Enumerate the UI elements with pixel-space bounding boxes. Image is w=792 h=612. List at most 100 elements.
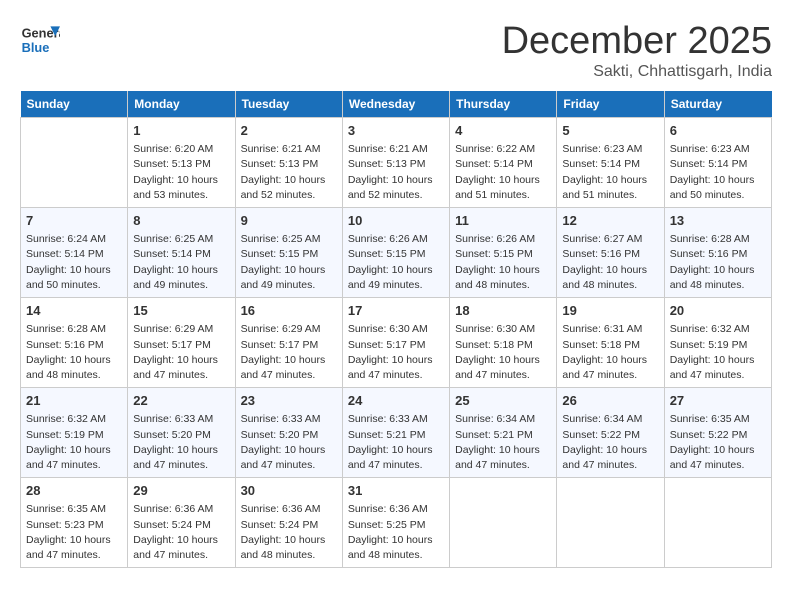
calendar-cell (557, 478, 664, 568)
calendar-cell: 7 Sunrise: 6:24 AMSunset: 5:14 PMDaylight… (21, 208, 128, 298)
day-info: Sunrise: 6:33 AMSunset: 5:20 PMDaylight:… (241, 412, 337, 473)
day-number: 8 (133, 212, 229, 230)
calendar-cell: 4 Sunrise: 6:22 AMSunset: 5:14 PMDaylight… (450, 118, 557, 208)
column-header-thursday: Thursday (450, 91, 557, 118)
day-number: 16 (241, 302, 337, 320)
day-number: 26 (562, 392, 658, 410)
calendar-cell: 10 Sunrise: 6:26 AMSunset: 5:15 PMDayligh… (342, 208, 449, 298)
calendar-table: SundayMondayTuesdayWednesdayThursdayFrid… (20, 91, 772, 568)
day-number: 22 (133, 392, 229, 410)
day-info: Sunrise: 6:31 AMSunset: 5:18 PMDaylight:… (562, 322, 658, 383)
calendar-cell: 31 Sunrise: 6:36 AMSunset: 5:25 PMDayligh… (342, 478, 449, 568)
column-header-friday: Friday (557, 91, 664, 118)
column-header-wednesday: Wednesday (342, 91, 449, 118)
day-number: 13 (670, 212, 766, 230)
day-info: Sunrise: 6:30 AMSunset: 5:18 PMDaylight:… (455, 322, 551, 383)
day-info: Sunrise: 6:28 AMSunset: 5:16 PMDaylight:… (670, 232, 766, 293)
day-info: Sunrise: 6:26 AMSunset: 5:15 PMDaylight:… (348, 232, 444, 293)
calendar-cell: 1 Sunrise: 6:20 AMSunset: 5:13 PMDaylight… (128, 118, 235, 208)
column-header-saturday: Saturday (664, 91, 771, 118)
calendar-cell: 13 Sunrise: 6:28 AMSunset: 5:16 PMDayligh… (664, 208, 771, 298)
day-info: Sunrise: 6:20 AMSunset: 5:13 PMDaylight:… (133, 142, 229, 203)
day-number: 1 (133, 122, 229, 140)
day-info: Sunrise: 6:32 AMSunset: 5:19 PMDaylight:… (670, 322, 766, 383)
day-number: 11 (455, 212, 551, 230)
day-info: Sunrise: 6:35 AMSunset: 5:22 PMDaylight:… (670, 412, 766, 473)
calendar-cell: 16 Sunrise: 6:29 AMSunset: 5:17 PMDayligh… (235, 298, 342, 388)
day-number: 31 (348, 482, 444, 500)
day-number: 14 (26, 302, 122, 320)
calendar-cell: 28Sunrise: 6:35 AMSunset: 5:23 PMDayligh… (21, 478, 128, 568)
title-section: December 2025 Sakti, Chhattisgarh, India (502, 20, 772, 81)
calendar-cell: 20 Sunrise: 6:32 AMSunset: 5:19 PMDayligh… (664, 298, 771, 388)
day-number: 4 (455, 122, 551, 140)
calendar-cell: 30 Sunrise: 6:36 AMSunset: 5:24 PMDayligh… (235, 478, 342, 568)
day-number: 19 (562, 302, 658, 320)
day-number: 18 (455, 302, 551, 320)
calendar-cell: 14 Sunrise: 6:28 AMSunset: 5:16 PMDayligh… (21, 298, 128, 388)
day-info: Sunrise: 6:30 AMSunset: 5:17 PMDaylight:… (348, 322, 444, 383)
day-number: 6 (670, 122, 766, 140)
day-info: Sunrise: 6:36 AMSunset: 5:24 PMDaylight:… (241, 502, 337, 563)
calendar-cell: 12 Sunrise: 6:27 AMSunset: 5:16 PMDayligh… (557, 208, 664, 298)
calendar-cell: 23 Sunrise: 6:33 AMSunset: 5:20 PMDayligh… (235, 388, 342, 478)
calendar-cell: 17Sunrise: 6:30 AMSunset: 5:17 PMDayligh… (342, 298, 449, 388)
day-number: 5 (562, 122, 658, 140)
day-number: 23 (241, 392, 337, 410)
page-header: General Blue December 2025 Sakti, Chhatt… (20, 20, 772, 81)
svg-text:Blue: Blue (22, 40, 50, 55)
week-row-2: 7 Sunrise: 6:24 AMSunset: 5:14 PMDaylight… (21, 208, 772, 298)
day-info: Sunrise: 6:21 AMSunset: 5:13 PMDaylight:… (241, 142, 337, 203)
day-info: Sunrise: 6:34 AMSunset: 5:22 PMDaylight:… (562, 412, 658, 473)
day-number: 21 (26, 392, 122, 410)
day-number: 20 (670, 302, 766, 320)
calendar-cell: 2 Sunrise: 6:21 AMSunset: 5:13 PMDaylight… (235, 118, 342, 208)
day-number: 2 (241, 122, 337, 140)
week-row-5: 28Sunrise: 6:35 AMSunset: 5:23 PMDayligh… (21, 478, 772, 568)
calendar-cell: 6 Sunrise: 6:23 AMSunset: 5:14 PMDaylight… (664, 118, 771, 208)
week-row-3: 14 Sunrise: 6:28 AMSunset: 5:16 PMDayligh… (21, 298, 772, 388)
day-number: 28 (26, 482, 122, 500)
day-number: 12 (562, 212, 658, 230)
day-info: Sunrise: 6:21 AMSunset: 5:13 PMDaylight:… (348, 142, 444, 203)
week-row-1: 1 Sunrise: 6:20 AMSunset: 5:13 PMDaylight… (21, 118, 772, 208)
calendar-cell: 19 Sunrise: 6:31 AMSunset: 5:18 PMDayligh… (557, 298, 664, 388)
day-number: 10 (348, 212, 444, 230)
header-row: SundayMondayTuesdayWednesdayThursdayFrid… (21, 91, 772, 118)
day-info: Sunrise: 6:36 AMSunset: 5:25 PMDaylight:… (348, 502, 444, 563)
day-info: Sunrise: 6:25 AMSunset: 5:14 PMDaylight:… (133, 232, 229, 293)
calendar-cell: 24 Sunrise: 6:33 AMSunset: 5:21 PMDayligh… (342, 388, 449, 478)
day-info: Sunrise: 6:34 AMSunset: 5:21 PMDaylight:… (455, 412, 551, 473)
month-title: December 2025 (502, 20, 772, 63)
day-info: Sunrise: 6:22 AMSunset: 5:14 PMDaylight:… (455, 142, 551, 203)
day-info: Sunrise: 6:23 AMSunset: 5:14 PMDaylight:… (562, 142, 658, 203)
day-number: 27 (670, 392, 766, 410)
day-info: Sunrise: 6:25 AMSunset: 5:15 PMDaylight:… (241, 232, 337, 293)
calendar-cell: 22Sunrise: 6:33 AMSunset: 5:20 PMDayligh… (128, 388, 235, 478)
logo: General Blue (20, 20, 64, 60)
calendar-cell (664, 478, 771, 568)
day-number: 30 (241, 482, 337, 500)
day-info: Sunrise: 6:36 AMSunset: 5:24 PMDaylight:… (133, 502, 229, 563)
calendar-cell: 21Sunrise: 6:32 AMSunset: 5:19 PMDayligh… (21, 388, 128, 478)
calendar-cell: 29 Sunrise: 6:36 AMSunset: 5:24 PMDayligh… (128, 478, 235, 568)
day-number: 24 (348, 392, 444, 410)
column-header-tuesday: Tuesday (235, 91, 342, 118)
calendar-cell: 15Sunrise: 6:29 AMSunset: 5:17 PMDayligh… (128, 298, 235, 388)
day-info: Sunrise: 6:24 AMSunset: 5:14 PMDaylight:… (26, 232, 122, 293)
calendar-cell: 8 Sunrise: 6:25 AMSunset: 5:14 PMDaylight… (128, 208, 235, 298)
calendar-cell: 9Sunrise: 6:25 AMSunset: 5:15 PMDaylight… (235, 208, 342, 298)
day-info: Sunrise: 6:26 AMSunset: 5:15 PMDaylight:… (455, 232, 551, 293)
day-number: 7 (26, 212, 122, 230)
location: Sakti, Chhattisgarh, India (502, 63, 772, 81)
day-info: Sunrise: 6:23 AMSunset: 5:14 PMDaylight:… (670, 142, 766, 203)
day-info: Sunrise: 6:33 AMSunset: 5:21 PMDaylight:… (348, 412, 444, 473)
day-info: Sunrise: 6:28 AMSunset: 5:16 PMDaylight:… (26, 322, 122, 383)
column-header-sunday: Sunday (21, 91, 128, 118)
calendar-cell: 18 Sunrise: 6:30 AMSunset: 5:18 PMDayligh… (450, 298, 557, 388)
day-number: 29 (133, 482, 229, 500)
calendar-cell: 27 Sunrise: 6:35 AMSunset: 5:22 PMDayligh… (664, 388, 771, 478)
logo-icon: General Blue (20, 20, 60, 60)
day-info: Sunrise: 6:29 AMSunset: 5:17 PMDaylight:… (241, 322, 337, 383)
day-info: Sunrise: 6:27 AMSunset: 5:16 PMDaylight:… (562, 232, 658, 293)
